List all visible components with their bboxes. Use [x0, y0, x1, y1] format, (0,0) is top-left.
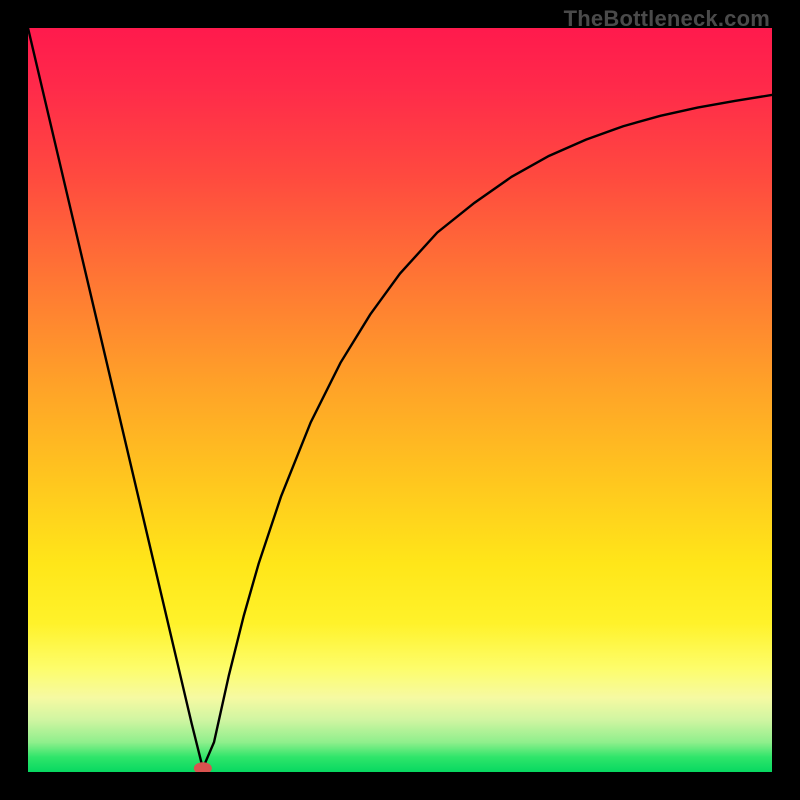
plot-area [28, 28, 772, 772]
bottleneck-curve [28, 28, 772, 768]
curve-layer [28, 28, 772, 772]
min-marker [194, 762, 212, 772]
chart-frame: TheBottleneck.com [0, 0, 800, 800]
